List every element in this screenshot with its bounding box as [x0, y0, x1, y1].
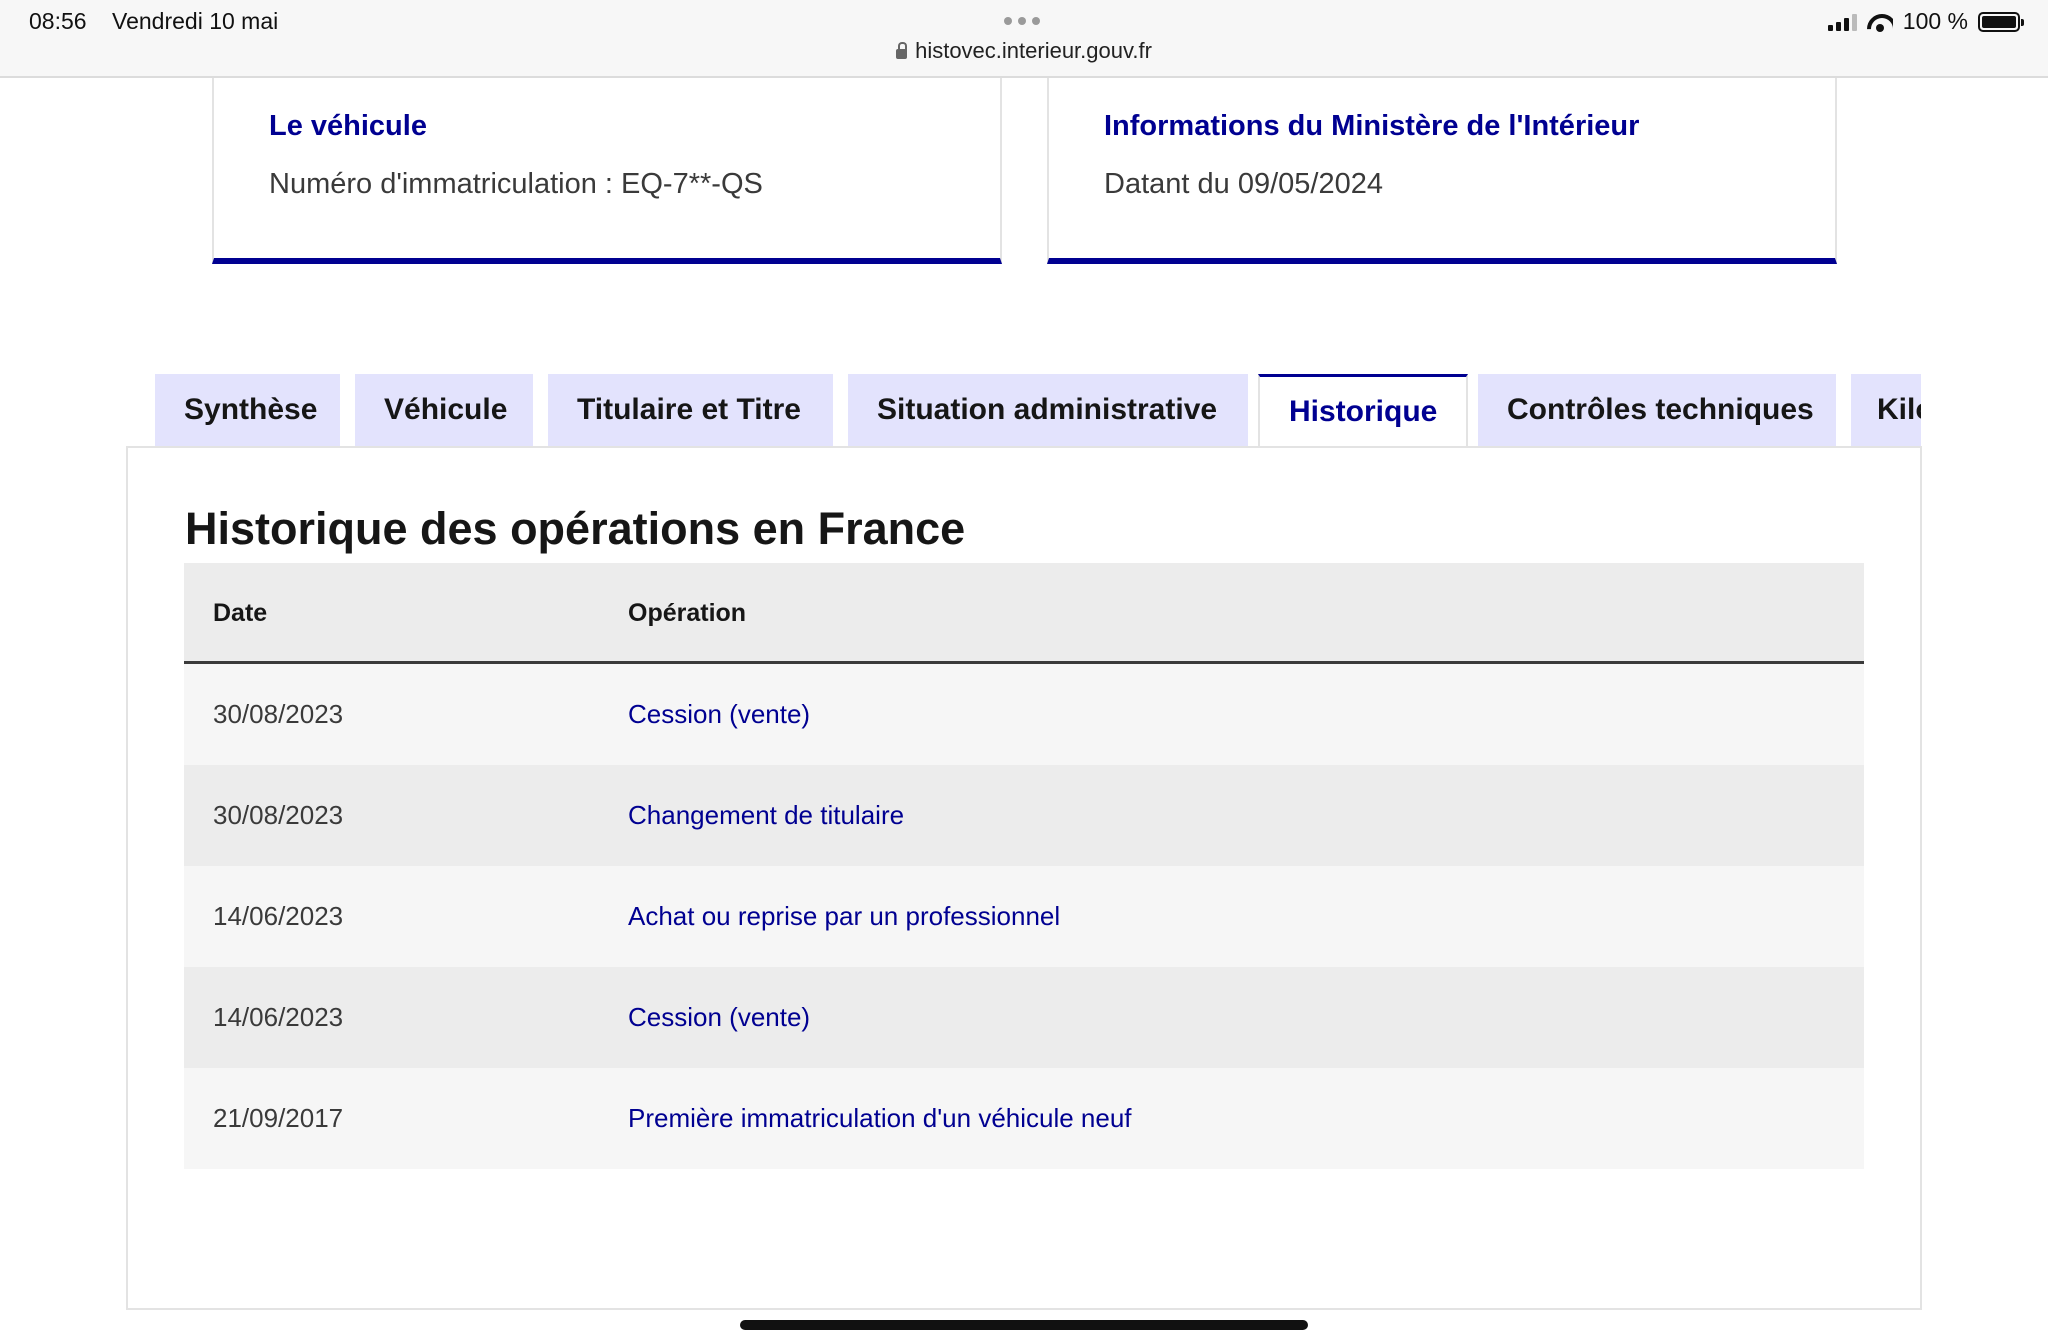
- row-operation-link[interactable]: Cession (vente): [628, 699, 810, 730]
- ministry-card-title: Informations du Ministère de l'Intérieur: [1104, 110, 1640, 142]
- row-operation-link[interactable]: Achat ou reprise par un professionnel: [628, 901, 1060, 932]
- lock-icon: [896, 42, 908, 59]
- row-date: 30/08/2023: [213, 699, 344, 729]
- history-title: Historique des opérations en France: [185, 503, 966, 554]
- home-indicator[interactable]: [740, 1320, 1308, 1330]
- tab-controles[interactable]: Contrôles techniques: [1478, 374, 1836, 446]
- row-date: 14/06/2023: [213, 901, 344, 931]
- more-dots-icon[interactable]: [1004, 17, 1040, 25]
- tab-kilometrage[interactable]: Kilométrage: [1851, 374, 1921, 446]
- registration-number: Numéro d'immatriculation : EQ-7**-QS: [269, 168, 763, 200]
- status-date: Vendredi 10 mai: [112, 8, 279, 34]
- tab-situation[interactable]: Situation administrative: [848, 374, 1248, 446]
- tab-bar: Synthèse Véhicule Titulaire et Titre Sit…: [155, 374, 1921, 448]
- column-header-operation: Opération: [628, 599, 747, 627]
- row-operation-link[interactable]: Changement de titulaire: [628, 800, 904, 831]
- tab-historique[interactable]: Historique: [1258, 374, 1468, 448]
- table-row: 14/06/2023 Cession (vente): [184, 967, 1864, 1068]
- table-row: 14/06/2023 Achat ou reprise par un profe…: [184, 866, 1864, 967]
- tab-vehicule[interactable]: Véhicule: [355, 374, 533, 446]
- status-indicators: 100 %: [1827, 8, 2024, 35]
- row-operation-link[interactable]: Cession (vente): [628, 1002, 810, 1033]
- battery-icon: [1978, 11, 2024, 32]
- cellular-signal-icon: [1827, 13, 1857, 31]
- url-text: histovec.interieur.gouv.fr: [915, 38, 1152, 63]
- vehicle-card: Le véhicule Numéro d'immatriculation : E…: [212, 78, 1002, 264]
- table-header: Date Opération: [184, 563, 1864, 664]
- ministry-card: Informations du Ministère de l'Intérieur…: [1047, 78, 1837, 264]
- row-date: 21/09/2017: [213, 1103, 344, 1133]
- table-row: 30/08/2023 Cession (vente): [184, 664, 1864, 765]
- battery-percent: 100 %: [1902, 8, 1968, 34]
- tab-synthese[interactable]: Synthèse: [155, 374, 340, 446]
- column-header-date: Date: [213, 599, 268, 627]
- status-time: 08:56: [29, 8, 87, 34]
- row-date: 30/08/2023: [213, 800, 344, 830]
- history-table: Date Opération 30/08/2023 Cession (vente…: [184, 563, 1864, 1169]
- vehicle-card-title: Le véhicule: [269, 110, 427, 142]
- row-operation-link[interactable]: Première immatriculation d'un véhicule n…: [628, 1103, 1132, 1134]
- row-date: 14/06/2023: [213, 1002, 344, 1032]
- wifi-icon: [1867, 12, 1893, 32]
- address-bar[interactable]: histovec.interieur.gouv.fr: [0, 38, 2048, 64]
- ministry-date: Datant du 09/05/2024: [1104, 168, 1383, 200]
- table-row: 21/09/2017 Première immatriculation d'un…: [184, 1068, 1864, 1169]
- browser-status-bar: 08:56 Vendredi 10 mai histovec.interieur…: [0, 0, 2048, 78]
- tab-titulaire[interactable]: Titulaire et Titre: [548, 374, 833, 446]
- table-row: 30/08/2023 Changement de titulaire: [184, 765, 1864, 866]
